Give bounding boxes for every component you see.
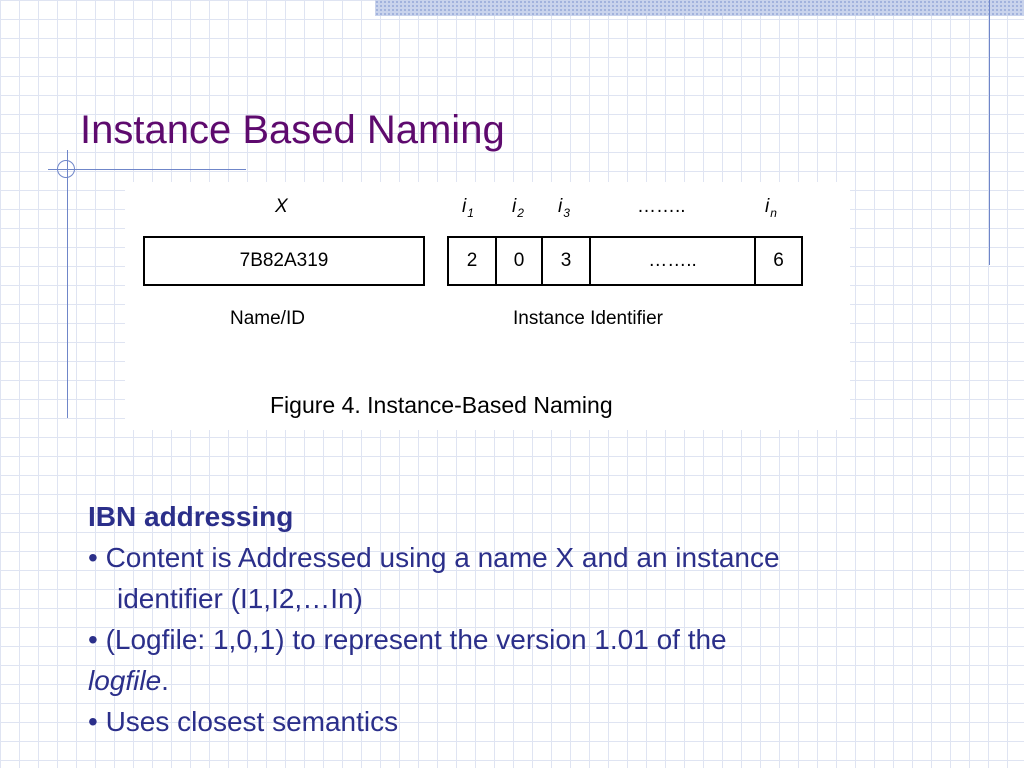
label-name-id: Name/ID	[230, 308, 305, 329]
bullet-1-line-1: • Content is Addressed using a name X an…	[88, 542, 780, 573]
figure-caption: Figure 4. Instance-Based Naming	[270, 392, 613, 418]
crosshair-circle-icon	[57, 160, 75, 178]
bullet-3: • Uses closest semantics	[88, 706, 399, 737]
instance-cell-3: 3	[543, 238, 591, 284]
bullet-1-line-2: identifier (I1,I2,…In)	[117, 583, 363, 614]
header-i3: i3	[558, 196, 570, 220]
figure-instance-based-naming: X i1 i2 i3 …….. in 7B82A319 2 0 3 …….. 6…	[125, 182, 850, 430]
section-heading: IBN addressing	[88, 501, 294, 532]
instance-cell-dots: ……..	[591, 238, 756, 284]
instance-cell-1: 2	[449, 238, 497, 284]
instance-cell-2: 0	[497, 238, 543, 284]
name-id-value: 7B82A319	[239, 250, 329, 271]
header-x: X	[275, 196, 288, 217]
body-text: IBN addressing • Content is Addressed us…	[88, 496, 968, 742]
left-decorative-line	[67, 150, 68, 418]
header-in: in	[765, 196, 777, 220]
bullet-2-end: .	[161, 665, 169, 696]
instance-cell-n: 6	[773, 250, 784, 271]
title-underline	[48, 169, 246, 170]
top-decorative-band	[375, 0, 1024, 16]
bullet-2-line-1: • (Logfile: 1,0,1) to represent the vers…	[88, 624, 727, 655]
instance-identifier-row: 2 0 3 …….. 6	[447, 236, 803, 286]
slide-title: Instance Based Naming	[80, 108, 505, 152]
header-i2: i2	[512, 196, 524, 220]
logfile-italic: logfile	[88, 665, 162, 696]
label-instance-identifier: Instance Identifier	[513, 308, 663, 329]
bullet-2-line-2: logfile.	[88, 660, 968, 701]
right-decorative-line	[989, 0, 990, 265]
header-i1: i1	[462, 196, 474, 220]
header-dots: ……..	[637, 196, 686, 217]
name-id-box: 7B82A319	[143, 236, 425, 286]
